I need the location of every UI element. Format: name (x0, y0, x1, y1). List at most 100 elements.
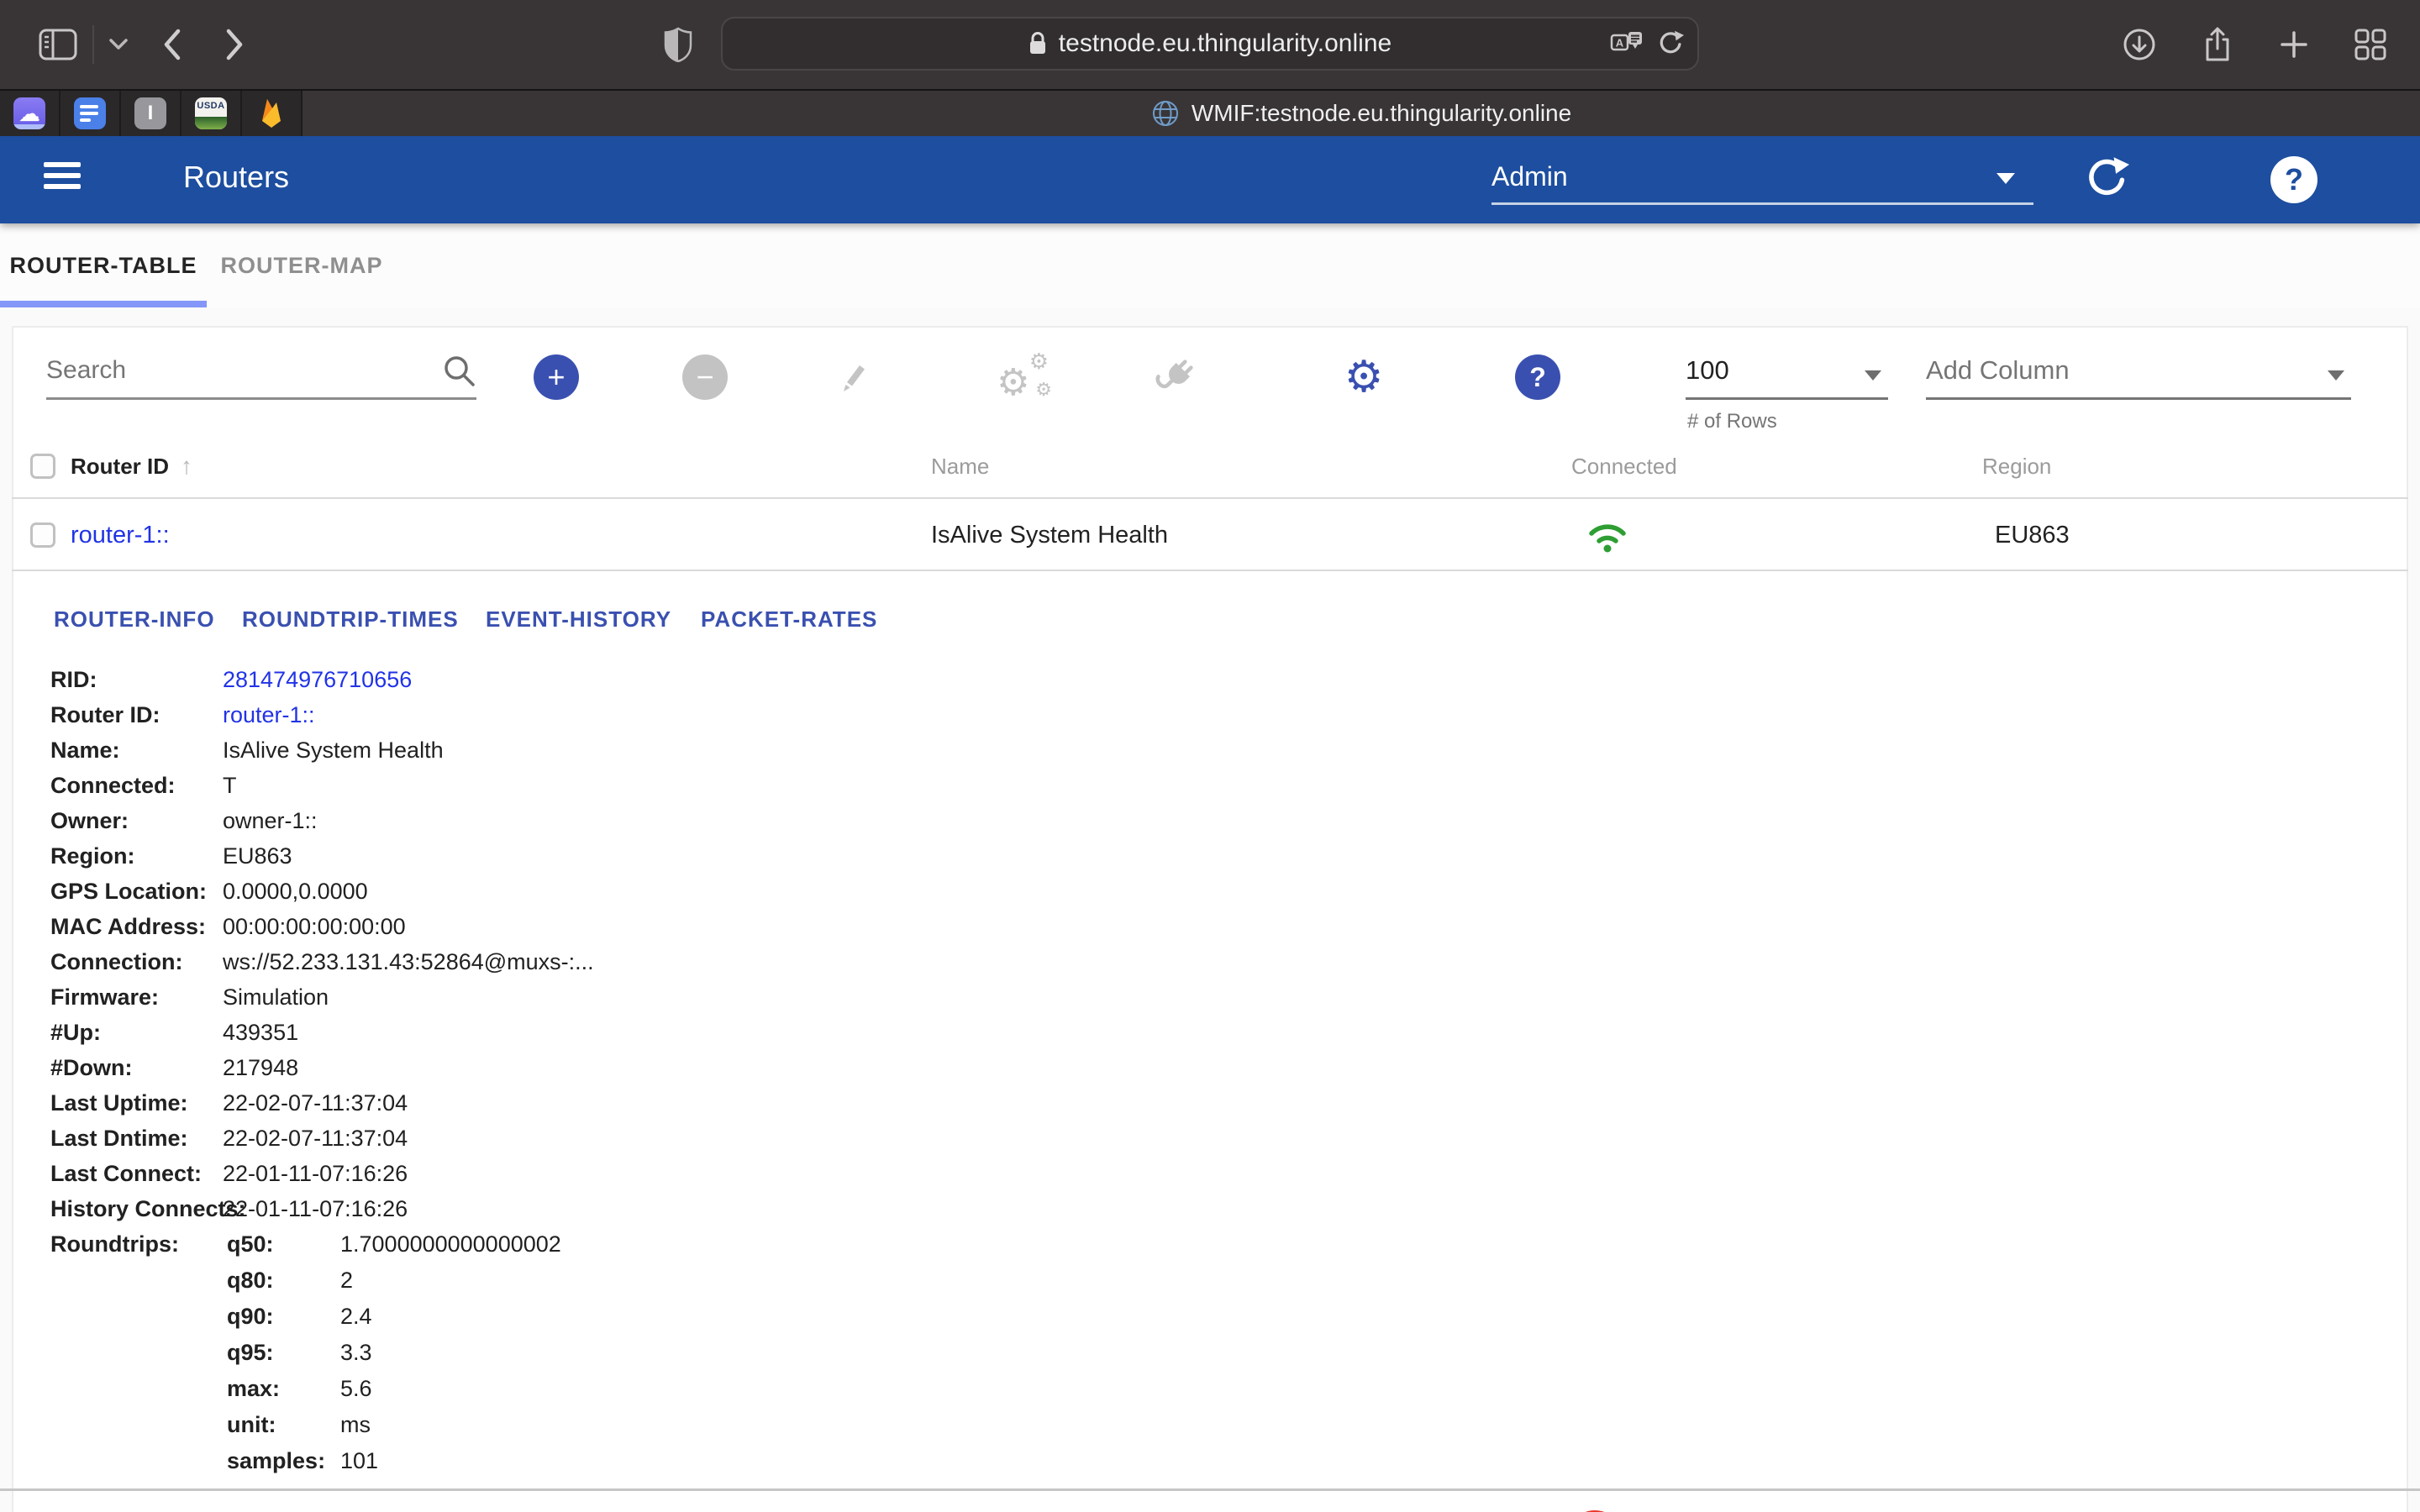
chevron-down-icon (1996, 173, 2015, 184)
share-button[interactable] (2202, 26, 2233, 63)
share-icon (2202, 26, 2233, 63)
remove-row-button[interactable]: − (681, 353, 729, 402)
address-bar[interactable]: testnode.eu.thingularity.online A (721, 17, 1699, 71)
tab-overview-button[interactable] (2354, 29, 2386, 60)
globe-icon (1151, 99, 1180, 128)
address-bar-url: testnode.eu.thingularity.online (1059, 29, 1392, 58)
row-divider (0, 1488, 2420, 1491)
router-id-link[interactable]: router-1:: (223, 702, 315, 728)
add-column-select[interactable]: Add Column (1926, 336, 2351, 400)
tab-group-chevron-button[interactable] (108, 37, 129, 52)
page-title: Routers (183, 160, 289, 195)
gears-icon: ⚙ ⚙ ⚙ (997, 351, 1052, 403)
batch-config-button[interactable]: ⚙ ⚙ ⚙ (997, 353, 1052, 402)
pencil-icon (836, 360, 870, 394)
refresh-icon (2084, 156, 2129, 202)
minus-circle-icon: − (682, 354, 728, 400)
wifi-connected-icon (1583, 501, 1632, 570)
page-reload-button[interactable] (1657, 30, 1684, 57)
plus-circle-icon: + (534, 354, 579, 400)
router-id-link[interactable]: router-1:: (71, 501, 170, 570)
add-row-button[interactable]: + (532, 353, 581, 402)
rows-per-page-value: 100 (1686, 355, 1729, 386)
roundtrips-label: Roundtrips: (50, 1231, 179, 1257)
reload-icon (1657, 30, 1684, 57)
tab-bar: ☁ I USDA WMIF:testnode.eu.thingularity.o… (0, 89, 2420, 136)
menu-button[interactable] (44, 162, 81, 189)
toolbar-help-button[interactable]: ? (1513, 353, 1562, 402)
search-icon (441, 353, 476, 388)
table-row[interactable]: router-1:: IsAlive System Health EU863 (12, 501, 2408, 571)
detail-field-region: Region: EU863 (50, 838, 1227, 874)
column-header-connected[interactable]: Connected (1571, 435, 1677, 497)
detail-field-up-count: #Up: 439351 (50, 1015, 1227, 1050)
pinned-tab-i[interactable]: I (121, 91, 182, 136)
lock-icon (1028, 31, 1047, 56)
detail-field-gps-location: GPS Location: 0.0000,0.0000 (50, 874, 1227, 909)
privacy-shield-button[interactable] (664, 27, 692, 62)
table-header-row: Router ID ↑ Name Connected Region (12, 435, 2408, 499)
detail-field-mac-address: MAC Address: 00:00:00:00:00:00 (50, 909, 1227, 944)
select-all-checkbox[interactable] (30, 454, 55, 479)
detail-field-last-uptime: Last Uptime: 22-02-07-11:37:04 (50, 1085, 1227, 1121)
tab-router-map[interactable]: ROUTER-MAP (207, 223, 397, 307)
letter-i-icon: I (134, 97, 166, 129)
region-cell: EU863 (1995, 501, 2070, 570)
settings-button[interactable]: ⚙ (1339, 353, 1388, 402)
router-name-cell: IsAlive System Health (931, 501, 1168, 570)
tab-roundtrip-times[interactable]: ROUNDTRIP-TIMES (242, 606, 459, 633)
sidebar-icon (39, 29, 77, 60)
row-checkbox[interactable] (30, 522, 55, 548)
role-select-value: Admin (1491, 161, 1568, 192)
detail-field-router-id: Router ID: router-1:: (50, 697, 1227, 732)
gear-icon: ⚙ (1344, 355, 1384, 399)
download-icon (2123, 28, 2156, 61)
column-header-name[interactable]: Name (931, 435, 989, 497)
forward-button[interactable] (222, 26, 247, 63)
tab-router-info[interactable]: ROUTER-INFO (54, 606, 215, 633)
detail-field-last-connect: Last Connect: 22-01-11-07:16:26 (50, 1156, 1227, 1191)
translate-button[interactable]: A (1610, 29, 1644, 58)
rows-per-page-hint: # of Rows (1687, 410, 1777, 433)
column-header-router-id[interactable]: Router ID ↑ (71, 435, 192, 497)
cloud-icon: ☁ (13, 97, 45, 129)
back-button[interactable] (160, 26, 185, 63)
usda-icon: USDA (195, 97, 227, 129)
roundtrips-section: Roundtrips: q50: 1.7000000000000002 q80:… (50, 1226, 891, 1479)
pinned-tab-docs[interactable] (60, 91, 121, 136)
detail-field-firmware: Firmware: Simulation (50, 979, 1227, 1015)
flame-icon (255, 97, 287, 129)
pinned-tab-firebase[interactable] (242, 91, 302, 136)
column-header-region[interactable]: Region (1982, 435, 2051, 497)
tab-event-history[interactable]: EVENT-HISTORY (486, 606, 671, 633)
new-tab-button[interactable] (2279, 29, 2309, 60)
sidebar-toggle-button[interactable] (39, 29, 77, 60)
active-tab[interactable]: WMIF:testnode.eu.thingularity.online (302, 91, 2420, 136)
question-circle-icon: ? (1515, 354, 1560, 400)
active-tab-title: WMIF:testnode.eu.thingularity.online (1192, 100, 1571, 127)
rows-per-page-select[interactable]: 100 (1686, 336, 1888, 400)
downloads-button[interactable] (2123, 28, 2156, 61)
role-select[interactable]: Admin (1491, 151, 2033, 205)
wifi-disconnected-icon (1569, 1501, 1621, 1512)
header-help-button[interactable]: ? (2270, 156, 2317, 203)
chevron-down-icon (108, 37, 129, 52)
chevron-down-icon (1865, 370, 1881, 381)
tab-router-table[interactable]: ROUTER-TABLE (0, 223, 207, 307)
add-column-label: Add Column (1926, 355, 2070, 386)
document-lines-icon (74, 97, 106, 129)
app-header (0, 136, 2420, 223)
grid-icon (2354, 29, 2386, 60)
pinned-tab-usda[interactable]: USDA (182, 91, 242, 136)
detail-field-owner: Owner: owner-1:: (50, 803, 1227, 838)
edit-button[interactable] (829, 353, 877, 402)
tab-packet-rates[interactable]: PACKET-RATES (701, 606, 877, 633)
search-input[interactable] (46, 356, 441, 385)
refresh-button[interactable] (2084, 156, 2129, 202)
connect-button[interactable] (1151, 353, 1200, 402)
shield-icon (664, 27, 692, 62)
toolbar-divider (92, 25, 94, 64)
detail-field-last-dntime: Last Dntime: 22-02-07-11:37:04 (50, 1121, 1227, 1156)
pinned-tab-cloud[interactable]: ☁ (0, 91, 60, 136)
rid-link[interactable]: 281474976710656 (223, 667, 412, 693)
